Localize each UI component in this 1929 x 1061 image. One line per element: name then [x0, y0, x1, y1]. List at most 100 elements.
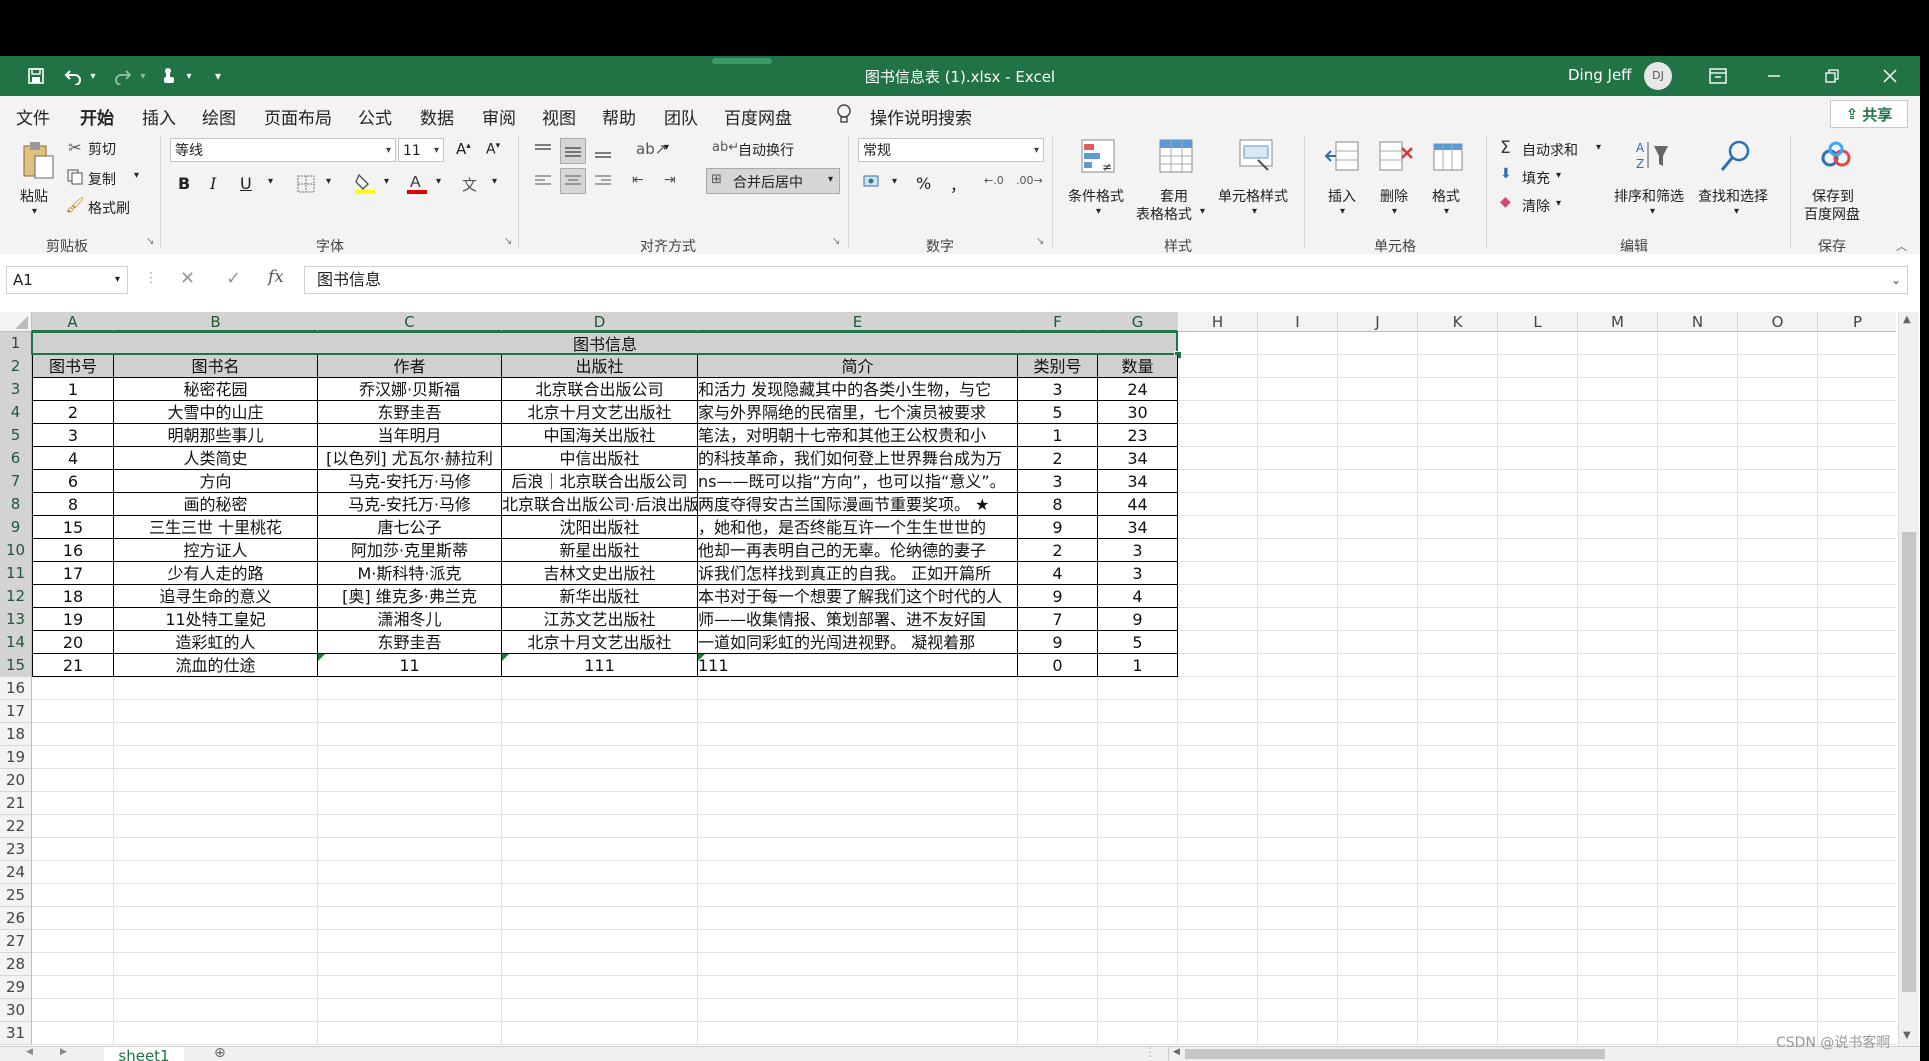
conditional-formatting-icon[interactable]: ≠: [1078, 136, 1118, 176]
share-button[interactable]: ⇪ 共享: [1830, 100, 1908, 128]
paste-icon[interactable]: [18, 140, 58, 180]
cell[interactable]: [1578, 838, 1658, 861]
cell[interactable]: [1258, 608, 1338, 631]
cell[interactable]: [32, 723, 114, 746]
cell[interactable]: [1338, 401, 1418, 424]
orientation-icon[interactable]: ab↗: [636, 140, 667, 158]
cell[interactable]: [1178, 378, 1258, 401]
split-handle-icon[interactable]: ⋮: [1144, 1047, 1156, 1059]
table-cell[interactable]: 大雪中的山庄: [114, 401, 318, 424]
cell[interactable]: [1258, 976, 1338, 999]
select-all-corner[interactable]: [0, 312, 32, 332]
copy-dropdown-icon[interactable]: ▾: [134, 170, 139, 181]
cell[interactable]: [318, 677, 502, 700]
cell[interactable]: [1098, 999, 1178, 1022]
column-header-k[interactable]: K: [1418, 312, 1498, 332]
cell[interactable]: [1418, 539, 1498, 562]
cell[interactable]: [1498, 516, 1578, 539]
cell[interactable]: [1818, 631, 1896, 654]
cell[interactable]: [1418, 585, 1498, 608]
ribbon-display-icon[interactable]: [1688, 56, 1748, 96]
cell[interactable]: [1418, 746, 1498, 769]
sort-filter-button[interactable]: 排序和筛选: [1614, 186, 1684, 206]
cell[interactable]: [1098, 861, 1178, 884]
column-header-f[interactable]: F: [1018, 312, 1098, 332]
table-cell[interactable]: 21: [32, 654, 114, 677]
cell[interactable]: [1818, 332, 1896, 355]
cell[interactable]: [1738, 378, 1818, 401]
italic-button[interactable]: I: [210, 174, 216, 193]
cell[interactable]: [1418, 976, 1498, 999]
cell[interactable]: [698, 769, 1018, 792]
cell[interactable]: [1658, 769, 1738, 792]
cell[interactable]: [698, 700, 1018, 723]
phonetic-dropdown-icon[interactable]: ▾: [492, 176, 497, 187]
cell[interactable]: [1258, 999, 1338, 1022]
cell[interactable]: [1338, 861, 1418, 884]
table-cell[interactable]: 4: [32, 447, 114, 470]
cell[interactable]: [1098, 884, 1178, 907]
row-header-12[interactable]: 12: [0, 585, 32, 608]
row-header-29[interactable]: 29: [0, 976, 32, 999]
cell[interactable]: [1498, 999, 1578, 1022]
row-header-15[interactable]: 15: [0, 654, 32, 677]
sheet-tab-sheet1[interactable]: sheet1: [104, 1047, 184, 1061]
cell[interactable]: [1578, 516, 1658, 539]
row-header-26[interactable]: 26: [0, 907, 32, 930]
column-header-l[interactable]: L: [1498, 312, 1578, 332]
cell[interactable]: [1418, 999, 1498, 1022]
cell[interactable]: [1818, 792, 1896, 815]
cell[interactable]: [1818, 815, 1896, 838]
close-icon[interactable]: [1860, 56, 1920, 96]
cell[interactable]: [1738, 838, 1818, 861]
tab-team[interactable]: 团队: [664, 104, 698, 129]
avatar[interactable]: DJ: [1644, 62, 1672, 90]
column-header-m[interactable]: M: [1578, 312, 1658, 332]
cell[interactable]: [1818, 355, 1896, 378]
cell[interactable]: [32, 907, 114, 930]
cell[interactable]: [1578, 401, 1658, 424]
cell[interactable]: [1178, 608, 1258, 631]
copy-button[interactable]: 复制: [88, 169, 116, 189]
column-header-i[interactable]: I: [1258, 312, 1338, 332]
cell[interactable]: [1258, 723, 1338, 746]
cell[interactable]: [502, 1022, 698, 1045]
cell[interactable]: [1578, 884, 1658, 907]
cell[interactable]: [1658, 447, 1738, 470]
table-cell[interactable]: [以色列] 尤瓦尔·赫拉利: [318, 447, 502, 470]
cell[interactable]: [1338, 884, 1418, 907]
cell[interactable]: [1338, 838, 1418, 861]
cell[interactable]: [114, 746, 318, 769]
baidu-cloud-icon[interactable]: [1816, 136, 1856, 176]
cell[interactable]: [1178, 470, 1258, 493]
shrink-font-icon[interactable]: A▾: [486, 141, 500, 158]
cell[interactable]: [1498, 907, 1578, 930]
table-cell[interactable]: 9: [1018, 631, 1098, 654]
cell[interactable]: [1018, 815, 1098, 838]
table-cell[interactable]: 2: [1018, 447, 1098, 470]
table-cell[interactable]: 东野圭吾: [318, 631, 502, 654]
cell[interactable]: [1578, 608, 1658, 631]
font-launcher-icon[interactable]: ↘: [504, 236, 512, 247]
tab-file[interactable]: 文件: [16, 104, 50, 129]
cell[interactable]: [1658, 976, 1738, 999]
cell[interactable]: [1738, 654, 1818, 677]
cell[interactable]: [1578, 539, 1658, 562]
cell[interactable]: [698, 838, 1018, 861]
underline-dropdown-icon[interactable]: ▾: [268, 176, 273, 187]
cell[interactable]: [1578, 907, 1658, 930]
cell[interactable]: [1658, 424, 1738, 447]
table-cell[interactable]: 江苏文艺出版社: [502, 608, 698, 631]
cell[interactable]: [698, 792, 1018, 815]
column-header-e[interactable]: E: [698, 312, 1018, 332]
cell[interactable]: [1578, 562, 1658, 585]
accounting-format-icon[interactable]: [862, 172, 884, 192]
cell[interactable]: [1018, 884, 1098, 907]
table-cell[interactable]: 34: [1098, 516, 1178, 539]
cell[interactable]: [1418, 700, 1498, 723]
cell[interactable]: [1258, 907, 1338, 930]
cell[interactable]: [1338, 470, 1418, 493]
format-button[interactable]: 格式: [1432, 186, 1460, 206]
cancel-icon[interactable]: ✕: [180, 268, 195, 289]
cell[interactable]: [1418, 769, 1498, 792]
